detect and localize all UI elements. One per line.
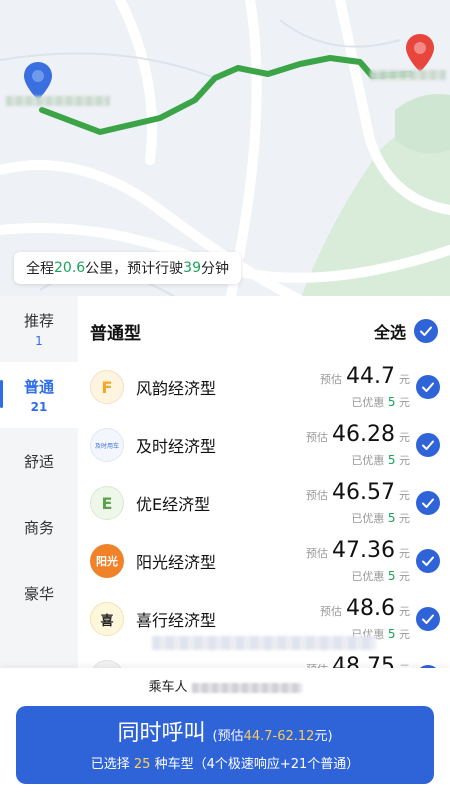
discount-value: 5 [387,569,396,583]
list-header: 普通型 全选 [78,296,450,366]
car-name: 及时经济型 [136,437,217,456]
youe-logo-icon: E [90,486,124,520]
sidebar-item-label: 舒适 [23,452,54,471]
fengyun-logo-icon: F [90,370,124,404]
route-distance-prefix: 全程 [26,261,54,277]
discount-value: 5 [387,453,396,467]
car-name: 优E经济型 [136,495,211,514]
redacted-overlay [152,636,376,650]
sidebar-item-comfort[interactable]: 舒适 [0,428,78,494]
price-estimate: 预估 46.28 元 [306,422,410,447]
price-estimate: 预估 46.57 元 [306,480,410,505]
start-address-redacted [6,96,110,106]
route-time-suffix: 分钟 [201,261,229,277]
sidebar-item-label: 普通 [23,378,54,396]
sidebar-item-recommended[interactable]: 推荐 1 [0,296,78,362]
jishi-logo-icon: 及时用车 [90,428,124,462]
discount-value: 5 [387,511,396,525]
route-distance-value: 20.6 [54,260,86,276]
check-icon[interactable] [416,549,440,573]
car-type-list: 普通型 全选 F 风韵经济型 预估 44.7 元 已优惠 5 元 及时用车 及时… [78,296,450,676]
selected-summary: 已选择 25 种车型（4个极速响应+21个普通） [90,757,360,772]
sidebar-item-label: 商务 [23,518,54,537]
discount-value: 5 [387,627,396,641]
category-sidebar: 推荐 1 普通 21 舒适 商务 豪华 [0,296,78,676]
car-option-row[interactable]: 及时用车 及时经济型 预估 46.28 元 已优惠 5 元 [78,416,450,474]
passenger-label: 乘车人 [148,680,188,695]
price-value: 46.28 [332,422,395,447]
route-time-value: 39 [183,260,201,276]
route-distance-mid: 公里，预计行驶 [85,261,184,277]
discount-info: 已优惠 5 元 [351,569,410,583]
car-option-row[interactable]: 阳光 阳光经济型 预估 47.36 元 已优惠 5 元 [78,532,450,590]
call-estimate: (预估44.7-62.12元) [212,729,333,744]
selected-count: 25 [133,757,151,772]
sidebar-item-luxury[interactable]: 豪华 [0,560,78,626]
call-button-title: 同时呼叫 (预估44.7-62.12元) [16,715,434,747]
end-address-redacted [370,70,446,80]
section-title: 普通型 [90,323,141,344]
price-value: 47.36 [332,538,395,563]
sidebar-item-business[interactable]: 商务 [0,494,78,560]
select-all-label: 全选 [373,323,406,342]
route-map[interactable]: 全程 20.6 公里，预计行驶 39 分钟 [0,0,450,300]
call-title: 同时呼叫 [117,721,206,746]
sidebar-item-count: 1 [35,334,43,348]
bottom-bar: 乘车人 同时呼叫 (预估44.7-62.12元) 已选择 25 种车型（4个极速… [0,668,450,800]
car-name: 阳光经济型 [136,553,217,572]
yangguang-logo-icon: 阳光 [90,544,124,578]
check-icon [414,319,438,343]
discount-info: 已优惠 5 元 [351,395,410,409]
sidebar-item-count: 21 [30,400,48,414]
check-icon[interactable] [416,607,440,631]
ride-select-screen: 全程 20.6 公里，预计行驶 39 分钟 推荐 1 普通 21 舒适 商务 豪… [0,0,450,800]
car-name: 喜行经济型 [136,611,217,630]
check-icon[interactable] [416,375,440,399]
check-icon[interactable] [416,491,440,515]
price-estimate: 预估 48.6 元 [320,596,410,621]
price-value: 44.7 [346,364,395,389]
car-option-row[interactable]: F 风韵经济型 预估 44.7 元 已优惠 5 元 [78,358,450,416]
passenger-selector[interactable]: 乘车人 [0,676,450,695]
route-summary: 全程 20.6 公里，预计行驶 39 分钟 [14,252,241,284]
sidebar-item-label: 推荐 [23,312,54,330]
call-button[interactable]: 同时呼叫 (预估44.7-62.12元) 已选择 25 种车型（4个极速响应+2… [16,706,434,784]
sidebar-item-label: 豪华 [23,584,54,603]
select-all-toggle[interactable]: 全选 [374,319,438,343]
car-name: 风韵经济型 [136,379,217,398]
check-icon[interactable] [416,433,440,457]
price-value: 48.6 [346,596,395,621]
discount-value: 5 [387,395,396,409]
passenger-redacted [191,682,302,693]
price-value: 46.57 [332,480,395,505]
price-estimate: 预估 44.7 元 [320,364,410,389]
price-estimate: 预估 47.36 元 [306,538,410,563]
sidebar-item-standard[interactable]: 普通 21 [0,362,78,428]
xixing-logo-icon: 喜 [90,602,124,636]
discount-info: 已优惠 5 元 [351,453,410,467]
discount-info: 已优惠 5 元 [351,511,410,525]
car-option-row[interactable]: E 优E经济型 预估 46.57 元 已优惠 5 元 [78,474,450,532]
estimate-range: 44.7-62.12 [243,729,315,744]
